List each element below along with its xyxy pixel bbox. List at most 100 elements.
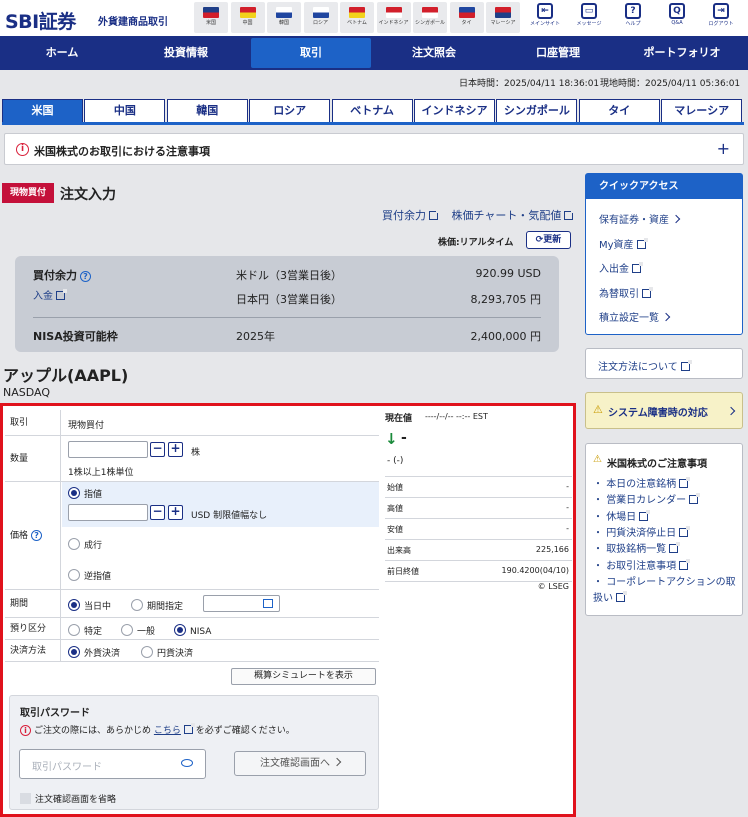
qa-button[interactable]: Q Q&A [657,2,697,34]
us-notice-bar[interactable]: i 米国株式のお取引における注意事項 + [4,133,744,165]
market-flag-button[interactable]: 米国 [194,2,228,33]
plus-button[interactable]: + [168,442,183,457]
external-link-icon [632,262,643,273]
data-credit: © LSEG [537,582,569,591]
nisa-account-radio[interactable]: NISA [174,624,211,637]
expand-plus-icon[interactable]: + [717,139,730,158]
trade-label: 取引 [5,410,61,435]
nav-item[interactable]: ホーム [0,38,124,68]
us-notice-link[interactable]: ・ 営業日カレンダー [593,493,738,509]
market-flag-button[interactable]: インドネシア [376,2,411,33]
help-button[interactable]: ? ヘルプ [613,2,653,34]
quote-divider [385,476,572,477]
flag-label: 米国 [205,20,216,26]
market-radio[interactable]: 成行 [68,538,102,551]
market-flag-button[interactable]: マレーシア [486,2,520,33]
market-flag-button[interactable]: タイ [449,2,484,33]
date-input[interactable] [203,595,280,612]
stop-radio[interactable]: 逆指値 [68,569,111,582]
chevron-right-icon [332,757,342,767]
eye-off-icon[interactable] [181,759,193,767]
quick-access-link[interactable]: 積立設定一覧 [599,309,671,324]
header-icon-label: ログアウト [708,21,734,27]
quick-access-link[interactable]: 為替取引 [599,285,653,300]
limit-radio[interactable]: 指値 [68,487,102,500]
calendar-icon[interactable] [263,599,273,608]
refresh-button[interactable]: ⟳更新 [526,231,571,249]
nav-item[interactable]: 取引 [251,38,371,68]
price-row: 価格? 指値 − + USD 制限値幅なし 成行 逆指値 [5,482,379,590]
account-label: 預り区分 [5,618,61,639]
quote-row-value: 225,166 [535,545,569,554]
external-link-icon [429,209,440,220]
message-site-button[interactable]: ⇤ メインサイト [525,2,565,34]
market-tab[interactable]: 中国 [84,99,166,123]
quantity-input[interactable] [68,441,148,458]
nav-item[interactable]: 口座管理 [496,38,620,68]
quantity-note: 1株以上1株単位 [68,468,134,478]
us-notice-link[interactable]: ・ 本日の注意銘柄 [593,477,738,493]
quantity-row: 数量 − + 株 1株以上1株単位 [5,436,379,482]
market-tab[interactable]: タイ [578,99,660,123]
system-trouble-box[interactable]: ⚠ システム障害時の対応 [585,392,743,429]
quote-divider [385,560,572,561]
password-input[interactable]: 取引パスワード [19,749,206,779]
us-notice-title: 米国株式のご注意事項 [607,459,707,470]
market-flag-button[interactable]: 韓国 [267,2,301,33]
today-radio[interactable]: 当日中 [68,599,111,612]
general-account-radio[interactable]: 一般 [121,624,155,637]
market-flag-button[interactable]: ベトナム [340,2,374,33]
specific-account-radio[interactable]: 特定 [68,624,102,637]
flag-icon [349,7,365,18]
deposit-link[interactable]: 入金 [33,287,67,302]
market-tab[interactable]: マレーシア [661,99,743,123]
market-tab[interactable]: 米国 [2,99,83,123]
market-tab[interactable]: シンガポール [496,99,578,123]
logout-button[interactable]: ⇥ ログアウト [701,2,741,34]
us-notice-link[interactable]: ・ コーポレートアクションの取扱い [593,575,738,607]
market-tab[interactable]: ベトナム [331,99,413,123]
here-link[interactable]: こちら [154,723,195,736]
period-row: 期間 当日中 期間指定 [5,590,379,618]
notice-text: 米国株式のお取引における注意事項 [34,145,210,158]
jpy-settle-radio[interactable]: 円貨決済 [141,646,193,659]
minus-button[interactable]: − [150,442,165,457]
limit-price-input[interactable] [68,504,148,521]
order-method-box[interactable]: 注文方法について [585,348,743,379]
market-flag-button[interactable]: ロシア [303,2,338,33]
us-notice-link[interactable]: ・ 取扱銘柄一覧 [593,542,738,558]
quick-access-link[interactable]: My資産 [599,236,648,251]
market-tab[interactable]: インドネシア [414,99,495,123]
quick-access-link[interactable]: 入出金 [599,260,643,275]
external-link-icon [689,493,701,505]
market-flag-button[interactable]: シンガポール [413,2,447,33]
help-icon[interactable]: ? [80,271,91,282]
period-specify-radio[interactable]: 期間指定 [131,599,183,612]
nav-item[interactable]: 投資情報 [124,38,248,68]
site-subtitle: 外貨建商品取引 [98,17,168,28]
us-notice-link[interactable]: ・ 休場日 [593,509,738,526]
market-flag-button[interactable]: 中国 [230,2,265,33]
minus-button[interactable]: − [150,505,165,520]
nav-item[interactable]: ポートフォリオ [620,38,744,68]
skip-confirm-checkbox[interactable]: 注文確認画面を省略 [20,792,116,805]
sbi-logo[interactable]: SBI証券 [5,7,76,34]
simulate-button[interactable]: 概算シミュレートを表示 [231,668,376,685]
help-icon[interactable]: ? [31,530,43,541]
market-tab[interactable]: ロシア [249,99,331,123]
plus-button[interactable]: + [168,505,183,520]
quote-row-value: - [566,482,569,491]
buying-power-link[interactable]: 買付余力 [382,209,440,222]
order-method-link[interactable]: 注文方法について [598,358,692,373]
flag-label: ベトナム [347,20,367,26]
nav-item[interactable]: 注文照会 [372,38,496,68]
nisa-value: 2,400,000 円 [470,330,541,343]
fx-settle-radio[interactable]: 外貨決済 [68,646,120,659]
us-notice-link[interactable]: ・ 円貨決済停止日 [593,525,738,542]
market-tab[interactable]: 韓国 [166,99,248,123]
confirm-order-button[interactable]: 注文確認画面へ [234,751,366,776]
quick-access-link[interactable]: 保有証券・資産 [599,211,681,226]
chart-quote-link[interactable]: 株価チャート・気配値 [452,209,576,222]
message-button[interactable]: ▭ メッセージ [569,2,609,34]
us-notice-link[interactable]: ・ お取引注意事項 [593,558,738,575]
